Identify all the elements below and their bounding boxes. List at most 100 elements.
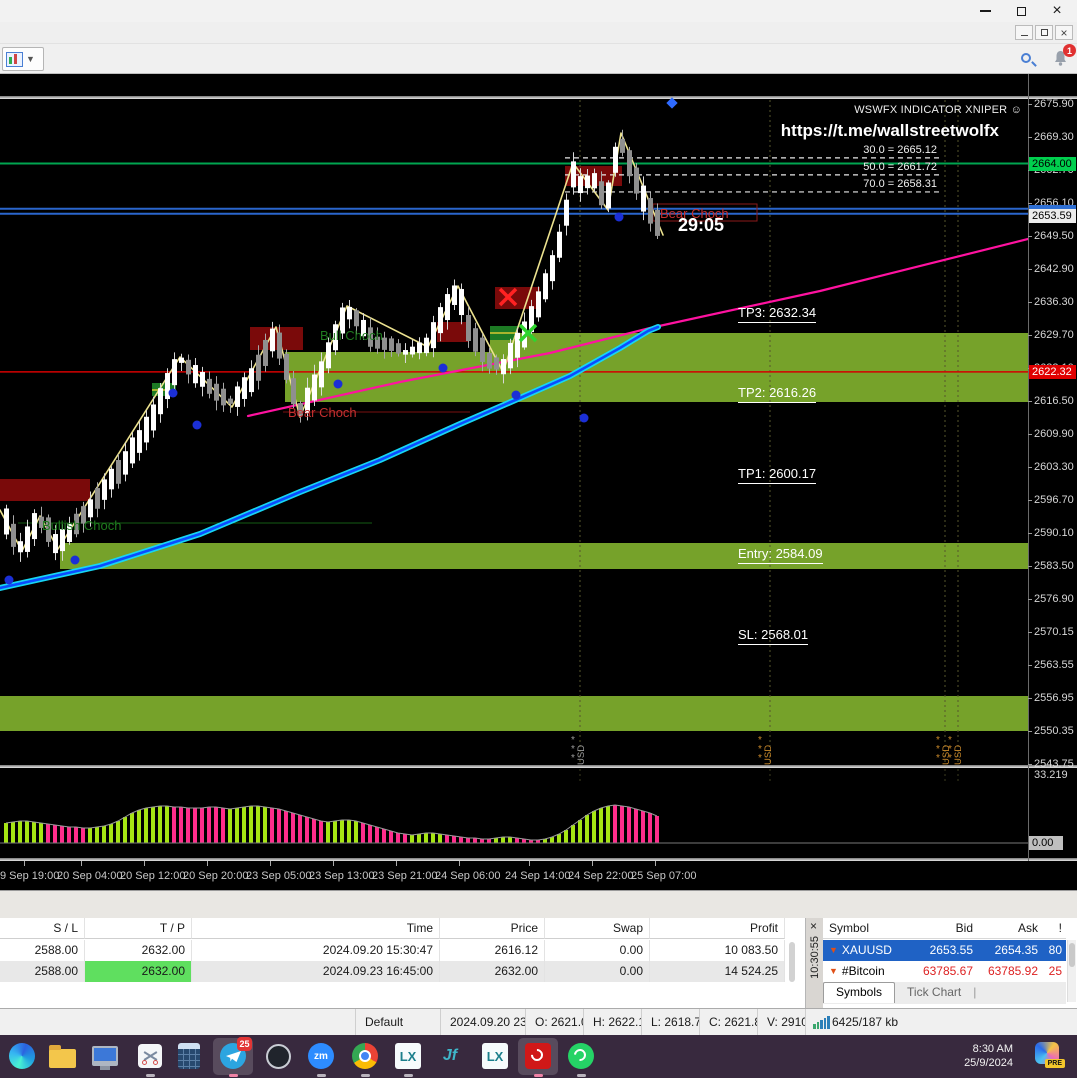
time-axis[interactable]: 9 Sep 19:0020 Sep 04:0020 Sep 12:0020 Se…	[0, 861, 1077, 890]
taskbar-icon-snipping-tool[interactable]	[135, 1041, 165, 1071]
indicator-pane[interactable]	[0, 769, 1028, 858]
mdi-close-button[interactable]: ×	[1055, 25, 1073, 40]
sl-level-label: SL: 2568.01	[738, 627, 808, 645]
table-header-cell[interactable]: Time	[192, 918, 440, 939]
symbol-arrow-icon: ▼	[829, 961, 838, 982]
taskbar-icon-calculator[interactable]	[174, 1041, 204, 1071]
mdi-restore-button[interactable]	[1035, 25, 1053, 40]
chevron-down-icon: ▼	[26, 54, 35, 64]
time-axis-tick	[592, 861, 593, 866]
market-watch-header-cell[interactable]: Symbol	[823, 918, 915, 939]
taskbar-icon-trading-app-lx2[interactable]: LX	[480, 1041, 510, 1071]
table-cell: 2616.12	[440, 940, 545, 961]
taskbar-icon-remote-desktop[interactable]	[90, 1041, 120, 1071]
taskbar-icon-zoom[interactable]: zm	[306, 1041, 336, 1071]
table-row[interactable]: 2588.002632.002024.09.23 16:45:002632.00…	[0, 961, 785, 982]
table-scrollbar[interactable]	[789, 942, 795, 982]
trade-history-table[interactable]: S / LT / PTimePriceSwapProfit 2588.00263…	[0, 918, 805, 1008]
running-indicator	[577, 1074, 586, 1077]
running-indicator	[404, 1074, 413, 1077]
price-axis-label: 2609.90	[1034, 427, 1074, 441]
status-traffic-cell	[805, 1009, 965, 1035]
price-axis-tick	[1028, 302, 1032, 303]
copilot-pre-badge: PRE	[1045, 1059, 1065, 1068]
spread-value: 80	[1042, 940, 1066, 961]
indicator-zero-badge: 0.00	[1029, 836, 1063, 850]
indicator-max-label: 33.219	[1034, 768, 1068, 782]
taskbar-clock[interactable]: 8:30 AM 25/9/2024	[964, 1042, 1013, 1070]
table-cell: 14 524.25	[650, 961, 785, 982]
market-watch-header-cell[interactable]: Ask	[977, 918, 1042, 939]
taskbar-icon-obs-studio[interactable]	[263, 1041, 293, 1071]
taskbar-icon-mt4[interactable]	[523, 1041, 553, 1071]
tab-divider: |	[973, 982, 976, 999]
time-axis-label: 20 Sep 12:00	[120, 870, 185, 882]
market-watch-header-cell[interactable]: Bid	[915, 918, 977, 939]
price-axis-tick	[1028, 335, 1032, 336]
panel-close-icon[interactable]: ×	[810, 919, 817, 933]
white-price-badge: 2653.59	[1029, 209, 1076, 223]
running-indicator	[229, 1074, 238, 1077]
market-watch-panel[interactable]: SymbolBidAsk! ▼XAUUSD2653.552654.3580▼#B…	[823, 918, 1077, 1008]
taskbar-icon-file-explorer[interactable]	[47, 1041, 77, 1071]
svg-text:*: *	[758, 753, 762, 764]
table-cell: 0.00	[545, 940, 650, 961]
price-axis-label: 2675.90	[1034, 97, 1074, 111]
price-axis-label: 2556.95	[1034, 691, 1074, 705]
taskbar-icon-edge[interactable]	[7, 1041, 37, 1071]
price-axis-label: 2669.30	[1034, 130, 1074, 144]
table-cell: 2632.00	[440, 961, 545, 982]
price-axis-label: 2550.35	[1034, 724, 1074, 738]
table-row[interactable]: 2588.002632.002024.09.20 15:30:472616.12…	[0, 940, 785, 961]
svg-text:USD: USD	[763, 745, 774, 765]
mdi-minimize-button[interactable]	[1015, 25, 1033, 40]
market-watch-scrollbar[interactable]	[1067, 940, 1076, 1002]
notification-bell[interactable]: 1	[1052, 49, 1069, 72]
price-axis-tick	[1028, 434, 1032, 435]
taskbar-icon-whatsapp[interactable]	[566, 1041, 596, 1071]
symbol-name: #Bitcoin	[842, 961, 885, 982]
price-axis-tick	[1028, 137, 1032, 138]
price-axis-label: 2576.90	[1034, 592, 1074, 606]
time-axis-label: 24 Sep 14:00	[505, 870, 570, 882]
candle-timer: 29:05	[678, 215, 724, 236]
table-header-cell[interactable]: Profit	[650, 918, 785, 939]
ask-value: 2654.35	[977, 940, 1042, 961]
taskbar-icon-jforex[interactable]: Jf	[435, 1041, 465, 1071]
svg-text:USD: USD	[953, 745, 964, 765]
window-titlebar: ×	[0, 0, 1077, 22]
chart-icon	[6, 52, 23, 67]
status-item: C: 2621.86	[699, 1009, 757, 1035]
time-axis-label: 24 Sep 22:00	[568, 870, 633, 882]
price-axis-label: 2642.90	[1034, 262, 1074, 276]
status-item: H: 2622.18	[583, 1009, 641, 1035]
window-restore-button[interactable]	[1003, 0, 1039, 22]
tab-tick-chart[interactable]: Tick Chart	[895, 982, 973, 1002]
fib-level-label: 30.0 = 2665.12	[863, 144, 937, 156]
window-minimize-button[interactable]	[967, 0, 1003, 22]
taskbar-icon-chrome[interactable]	[350, 1041, 380, 1071]
table-header-cell[interactable]: S / L	[0, 918, 85, 939]
fib-level-label: 70.0 = 2658.31	[863, 178, 937, 190]
restore-icon	[1017, 7, 1026, 16]
tab-symbols[interactable]: Symbols	[823, 982, 895, 1003]
close-icon: ×	[1052, 3, 1061, 19]
table-header-cell[interactable]: T / P	[85, 918, 192, 939]
market-watch-row[interactable]: ▼XAUUSD2653.552654.3580	[823, 940, 1066, 961]
toolbox-side-strip: × 10:30:55	[805, 918, 823, 1008]
market-watch-tabs: Symbols Tick Chart |	[823, 982, 1066, 1004]
price-axis-label: 2649.50	[1034, 229, 1074, 243]
search-icon[interactable]	[1020, 52, 1038, 70]
market-watch-row[interactable]: ▼#Bitcoin63785.6763785.9225	[823, 961, 1066, 982]
market-watch-header-cell[interactable]: !	[1042, 918, 1066, 939]
taskbar-icon-trading-app-lx[interactable]: LX	[393, 1041, 423, 1071]
table-cell: 2632.00	[85, 940, 192, 961]
window-close-button[interactable]: ×	[1039, 0, 1075, 22]
table-header-cell[interactable]: Price	[440, 918, 545, 939]
toolbox-panel: S / LT / PTimePriceSwapProfit 2588.00263…	[0, 918, 1077, 1008]
svg-text:*: *	[571, 753, 575, 764]
chart-type-button[interactable]: ▼	[2, 47, 44, 71]
table-header-cell[interactable]: Swap	[545, 918, 650, 939]
indicator-separator-top[interactable]	[0, 765, 1077, 768]
price-axis-tick	[1028, 533, 1032, 534]
